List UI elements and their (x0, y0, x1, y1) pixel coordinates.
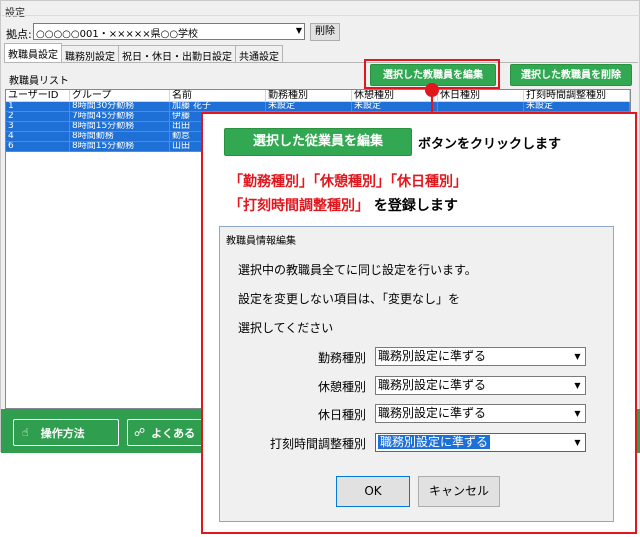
cell-user-id: 3 (6, 122, 70, 131)
delete-selected-staff-button[interactable]: 選択した教職員を削除 (510, 64, 632, 86)
cell-user-id: 1 (6, 102, 70, 111)
cell-user-id: 4 (6, 132, 70, 141)
column-header-group[interactable]: グループ (70, 90, 170, 101)
callout-red-line2: 「打刻時間調整種別」 (229, 198, 369, 214)
staff-edit-dialog: 教職員情報編集 選択中の教職員全てに同じ設定を行います。 設定を変更しない項目は… (219, 226, 614, 522)
holiday-type-select[interactable]: 職務別設定に準ずる ▼ (375, 404, 586, 423)
chevron-down-icon: ▼ (295, 26, 302, 35)
cell-clock-adjust-type: 未設定 (524, 102, 630, 111)
column-header-holiday-type[interactable]: 休日種別 (438, 90, 524, 101)
base-select-value: ○○○○○001・×××××県○○学校 (36, 29, 199, 40)
clock-adjust-type-select[interactable]: 職務別設定に準ずる ▼ (375, 433, 586, 452)
cell-group: 7時間45分勤務 (70, 112, 170, 121)
tab-common-settings[interactable]: 共通設定 (235, 45, 283, 63)
faq-button-label: よくある (151, 426, 196, 440)
chevron-down-icon: ▼ (574, 438, 581, 447)
work-type-select-value: 職務別設定に準ずる (378, 349, 487, 363)
window-title: 設定 (5, 8, 25, 19)
tab-duty-settings[interactable]: 職務別設定 (61, 45, 119, 63)
delete-base-button[interactable]: 削除 (310, 23, 340, 41)
table-header: ユーザーID グループ 名前 勤務種別 休憩種別 休日種別 打刻時間調整種別 (6, 90, 630, 102)
cell-break-type: 未設定 (352, 102, 438, 111)
cell-user-id: 6 (6, 142, 70, 151)
work-type-select[interactable]: 職務別設定に準ずる ▼ (375, 347, 586, 366)
holiday-type-select-value: 職務別設定に準ずる (378, 406, 487, 420)
cell-holiday-type (438, 102, 524, 111)
faq-button[interactable]: ☍ よくある (127, 419, 207, 446)
tab-staff-settings[interactable]: 教職員設定 (4, 43, 62, 62)
chevron-down-icon: ▼ (574, 381, 581, 390)
howto-button-label: 操作方法 (40, 426, 85, 440)
staff-list-label: 教職員リスト (9, 76, 69, 87)
cell-group: 8時間15分勤務 (70, 122, 170, 131)
cell-group: 8時間勤務 (70, 132, 170, 141)
cell-user-id: 2 (6, 112, 70, 121)
tab-holiday-settings[interactable]: 祝日・休日・出勤日設定 (118, 45, 236, 63)
cell-work-type: 未設定 (266, 102, 352, 111)
cell-name: 加藤 花子 (170, 102, 266, 111)
column-header-user-id[interactable]: ユーザーID (6, 90, 70, 101)
callout-edit-selected-button: 選択した従業員を編集 (224, 128, 412, 156)
speech-bubbles-icon: ☍ (134, 426, 146, 439)
cell-group: 8時間30分勤務 (70, 102, 170, 111)
column-header-work-type[interactable]: 勤務種別 (266, 90, 352, 101)
field-label-break-type: 休憩種別 (317, 380, 366, 394)
base-select[interactable]: ○○○○○001・×××××県○○学校 ▼ (33, 23, 305, 40)
callout-line2: 「打刻時間調整種別」 を登録します (229, 195, 458, 215)
howto-button[interactable]: ☝ 操作方法 (13, 419, 119, 446)
dialog-title: 教職員情報編集 (226, 236, 296, 247)
callout-dot (425, 83, 439, 97)
callout-red-line: 「勤務種別」「休憩種別」「休日種別」 (229, 174, 467, 190)
field-label-clock-adjust-type: 打刻時間調整種別 (269, 437, 366, 451)
callout-line2-suffix: を登録します (373, 198, 458, 214)
cancel-button[interactable]: キャンセル (418, 476, 500, 507)
chevron-down-icon: ▼ (574, 409, 581, 418)
ok-button[interactable]: OK (336, 476, 410, 507)
base-label: 拠点: (6, 28, 32, 41)
tab-bar: 教職員設定 職務別設定 祝日・休日・出勤日設定 共通設定 (4, 43, 283, 63)
break-type-select-value: 職務別設定に準ずる (378, 378, 487, 392)
tab-panel-border (4, 62, 638, 63)
table-row[interactable]: 1 8時間30分勤務 加藤 花子 未設定 未設定 未設定 (6, 102, 630, 112)
dialog-message-line1: 選択中の教職員全てに同じ設定を行います。 (238, 263, 477, 277)
hand-pointer-icon: ☝ (22, 426, 29, 439)
clock-adjust-type-select-value: 職務別設定に準ずる (378, 435, 491, 449)
dialog-message-line2: 設定を変更しない項目は、「変更なし」を (238, 292, 461, 306)
chevron-down-icon: ▼ (574, 352, 581, 361)
dialog-message-line3: 選択してください (238, 321, 334, 335)
break-type-select[interactable]: 職務別設定に準ずる ▼ (375, 376, 586, 395)
title-divider (1, 15, 640, 16)
column-header-clock-adjust-type[interactable]: 打刻時間調整種別 (524, 90, 630, 101)
field-label-holiday-type: 休日種別 (317, 408, 366, 422)
column-header-name[interactable]: 名前 (170, 90, 266, 101)
field-label-work-type: 勤務種別 (317, 351, 366, 365)
cell-group: 8時間15分勤務 (70, 142, 170, 151)
callout-instruction: ボタンをクリックします (418, 137, 562, 152)
